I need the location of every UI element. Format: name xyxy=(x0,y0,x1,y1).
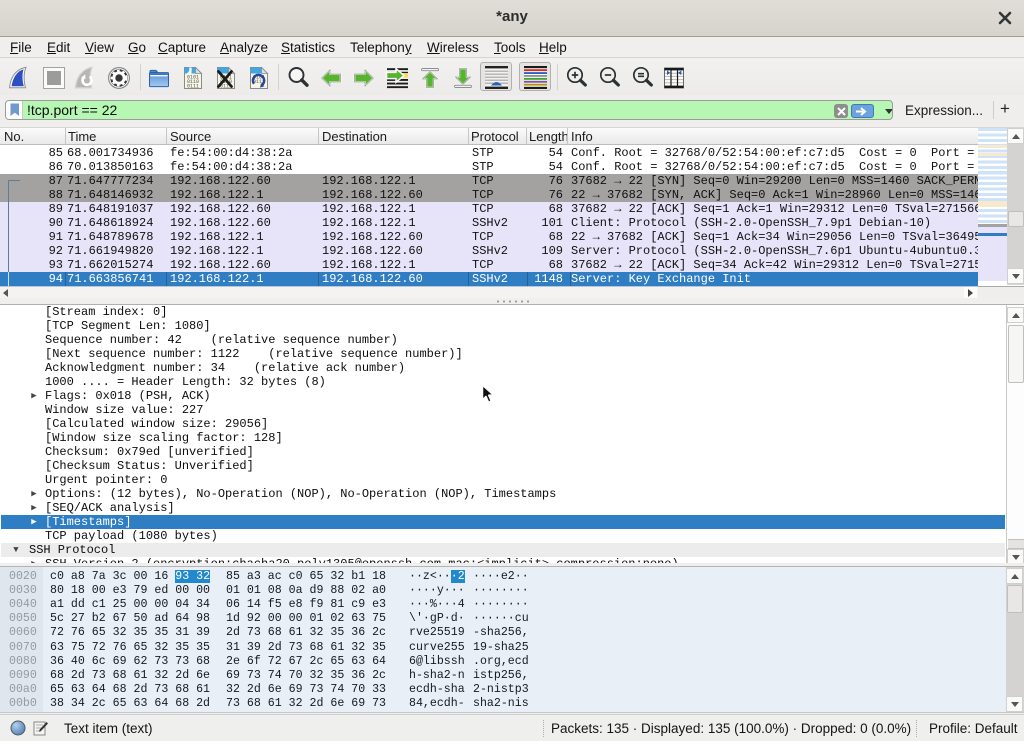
svg-text:0111: 0111 xyxy=(187,84,199,90)
